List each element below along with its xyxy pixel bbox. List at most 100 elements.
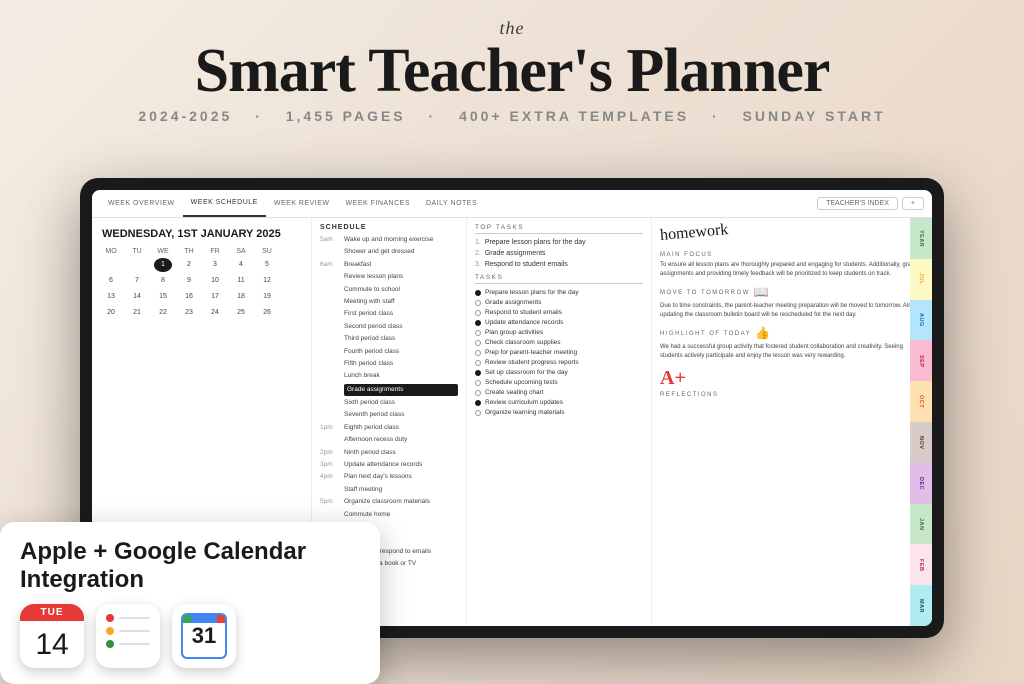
- tab-aug[interactable]: AUG: [910, 300, 932, 341]
- task-text: Review student progress reports: [485, 359, 579, 366]
- schedule-time: 5am: [320, 235, 344, 245]
- task-text: Respond to student emails: [485, 309, 562, 316]
- schedule-time: [320, 334, 344, 344]
- top-task-num: 1.: [475, 239, 481, 246]
- top-tasks-label: TOP TASKS: [475, 224, 643, 234]
- task-checkbox[interactable]: [475, 310, 481, 316]
- tab-week-review[interactable]: WEEK REVIEW: [266, 190, 338, 217]
- schedule-task-text: Plan next day's lessons: [344, 472, 458, 482]
- schedule-task-text: Afternoon recess duty: [344, 435, 458, 445]
- google-calendar-icon: 31: [172, 604, 236, 668]
- task-checkbox[interactable]: [475, 390, 481, 396]
- the-label: the: [0, 18, 1024, 39]
- top-tasks-list: 1. Prepare lesson plans for the day 2.Grad…: [475, 239, 643, 268]
- tab-feb[interactable]: FEB: [910, 544, 932, 585]
- cal-row-3: 13 14 15 16 17 18 19: [102, 290, 301, 304]
- schedule-time: [320, 485, 344, 495]
- sep1: ·: [255, 108, 263, 124]
- task-checkbox[interactable]: [475, 340, 481, 346]
- tab-jan[interactable]: JAN: [910, 504, 932, 545]
- schedule-task-text: Second period class: [344, 322, 458, 332]
- tab-nov[interactable]: NOV: [910, 422, 932, 463]
- schedule-task-text: Staff meeting: [344, 485, 458, 495]
- schedule-item: 3pmUpdate attendance records: [312, 459, 466, 471]
- task-text: Set up classroom for the day: [485, 369, 568, 376]
- reminder-line-2: [119, 630, 150, 632]
- schedule-time: [320, 285, 344, 295]
- tab-sep[interactable]: SEP: [910, 340, 932, 381]
- tab-week-overview[interactable]: WEEK OVERVIEW: [100, 190, 183, 217]
- tab-daily-notes[interactable]: DAILY NOTES: [418, 190, 485, 217]
- task-item: Create seating chart: [475, 389, 643, 396]
- schedule-task-text: Sixth period class: [344, 398, 458, 408]
- task-item: Plan group activities: [475, 329, 643, 336]
- schedule-time: 2pm: [320, 448, 344, 458]
- task-item: Prepare lesson plans for the day: [475, 289, 643, 296]
- task-checkbox[interactable]: [475, 300, 481, 306]
- task-checkbox[interactable]: [475, 380, 481, 386]
- schedule-task-text: Update attendance records: [344, 460, 458, 470]
- task-text: Review curriculum updates: [485, 399, 563, 406]
- tab-week-schedule[interactable]: WEEK SCHEDULE: [183, 190, 266, 217]
- calendar-icons-row: TUE 14 31: [20, 604, 360, 668]
- homework-label: homework: [659, 221, 729, 245]
- task-checkbox[interactable]: [475, 400, 481, 406]
- teachers-index-button[interactable]: TEACHER'S INDEX: [817, 197, 898, 210]
- schedule-task-text: Commute to school: [344, 285, 458, 295]
- task-item: Schedule upcoming tests: [475, 379, 643, 386]
- gcal-corner-left: [183, 615, 191, 623]
- calendar-integration-card: Apple + Google Calendar Integration TUE …: [0, 522, 380, 684]
- reminder-line-3: [119, 643, 150, 645]
- schedule-task-text: Breakfast: [344, 260, 458, 270]
- schedule-item: 6amBreakfast: [312, 259, 466, 271]
- add-page-button[interactable]: +: [902, 197, 924, 210]
- schedule-list: 5amWake up and morning exercise Shower an…: [312, 234, 466, 571]
- planner-nav: WEEK OVERVIEW WEEK SCHEDULE WEEK REVIEW …: [92, 190, 932, 218]
- task-checkbox[interactable]: [475, 320, 481, 326]
- sep3: ·: [712, 108, 720, 124]
- tab-mar[interactable]: MAR: [910, 585, 932, 626]
- task-text: Organize learning materials: [485, 409, 564, 416]
- schedule-task-text: Lunch break: [344, 371, 458, 381]
- planner-date: WEDNESDAY, 1ST JANUARY 2025: [102, 228, 301, 240]
- schedule-task-text: Shower and get dressed: [344, 247, 458, 257]
- schedule-task-text: Eighth period class: [344, 423, 458, 433]
- tab-week-finances[interactable]: WEEK FINANCES: [338, 190, 418, 217]
- tab-oct[interactable]: OCT: [910, 381, 932, 422]
- mini-calendar: MO TU WE TH FR SA SU 1 2: [102, 248, 301, 320]
- task-checkbox[interactable]: [475, 370, 481, 376]
- task-checkbox[interactable]: [475, 410, 481, 416]
- main-title: Smart Teacher's Planner: [0, 39, 1024, 104]
- top-task-text: Prepare lesson plans for the day: [485, 239, 586, 246]
- tab-dec[interactable]: DEC: [910, 463, 932, 504]
- task-text: Prepare lesson plans for the day: [485, 289, 579, 296]
- sep2: ·: [429, 108, 437, 124]
- subtitle-pages: 1,455 PAGES: [286, 108, 406, 124]
- top-task-num: 3.: [475, 261, 481, 268]
- task-checkbox[interactable]: [475, 350, 481, 356]
- schedule-time: [320, 435, 344, 445]
- task-text: Plan group activities: [485, 329, 543, 336]
- schedule-task-text: Wake up and morning exercise: [344, 235, 458, 245]
- cal-date-day: TUE: [20, 604, 84, 621]
- schedule-item: 5pmOrganize classroom materials: [312, 496, 466, 508]
- task-item: Grade assignments: [475, 299, 643, 306]
- task-checkbox[interactable]: [475, 360, 481, 366]
- top-task-item: 3. Respond to student emails: [475, 261, 643, 268]
- task-checkbox[interactable]: [475, 290, 481, 296]
- tab-year[interactable]: YEAR: [910, 218, 932, 259]
- schedule-time: 5pm: [320, 497, 344, 507]
- task-text: Create seating chart: [485, 389, 544, 396]
- move-tomorrow-label: MOVE TO TOMORROW: [660, 290, 750, 296]
- reflections-label: REFLECTIONS: [660, 392, 924, 398]
- main-focus-text: To ensure all lesson plans are thoroughl…: [660, 261, 924, 279]
- cal-row-2: 6 7 8 9 10 11 12: [102, 274, 301, 288]
- task-text: Update attendance records: [485, 319, 563, 326]
- reminder-row-1: [106, 614, 150, 622]
- top-task-text: Respond to student emails: [485, 261, 568, 268]
- tab-jul[interactable]: JUL: [910, 259, 932, 300]
- task-checkbox[interactable]: [475, 330, 481, 336]
- top-task-item: 2.Grade assignments: [475, 250, 643, 257]
- reminder-row-2: [106, 627, 150, 635]
- schedule-item: Second period class: [312, 321, 466, 333]
